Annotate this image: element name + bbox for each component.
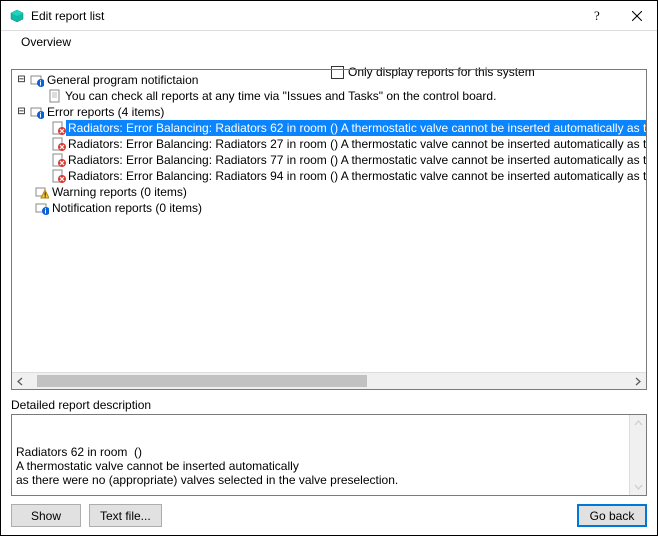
window-title: Edit report list <box>31 9 104 23</box>
tree-view[interactable]: ⊟ i General program notifictaion You can… <box>11 69 647 390</box>
help-button[interactable]: ? <box>577 1 617 31</box>
error-page-icon <box>52 153 66 167</box>
titlebar: Edit report list ? <box>1 1 657 31</box>
scrollbar-thumb[interactable] <box>37 375 367 387</box>
tree-node-error-item[interactable]: Radiators: Error Balancing: Radiators 94… <box>14 168 646 184</box>
textfile-button[interactable]: Text file... <box>89 504 162 527</box>
error-page-icon <box>52 137 66 151</box>
page-icon <box>47 89 63 103</box>
svg-text:i: i <box>40 81 42 88</box>
scroll-down-icon <box>630 478 647 495</box>
goback-button[interactable]: Go back <box>577 504 647 527</box>
svg-text:i: i <box>45 209 47 216</box>
app-icon <box>9 8 25 24</box>
scroll-left-icon[interactable] <box>12 373 29 390</box>
scroll-right-icon[interactable] <box>629 373 646 390</box>
error-page-icon <box>52 121 66 135</box>
tree-node-notifications[interactable]: i Notification reports (0 items) <box>14 200 646 216</box>
tree-node-error-item[interactable]: Radiators: Error Balancing: Radiators 27… <box>14 136 646 152</box>
horizontal-scrollbar[interactable] <box>12 372 646 389</box>
info-icon: i <box>34 201 50 215</box>
svg-text:!: ! <box>44 193 46 200</box>
tree-node-error-item[interactable]: Radiators: Error Balancing: Radiators 62… <box>14 120 646 136</box>
collapse-icon[interactable]: ⊟ <box>16 104 27 120</box>
overview-label: Overview <box>21 35 71 49</box>
tree-node-general[interactable]: ⊟ i General program notifictaion <box>14 72 646 88</box>
collapse-icon[interactable]: ⊟ <box>16 72 27 88</box>
svg-text:i: i <box>40 113 42 120</box>
close-button[interactable] <box>617 1 657 31</box>
show-button[interactable]: Show <box>11 504 81 527</box>
detailed-label: Detailed report description <box>11 398 647 412</box>
tree-node-error-item[interactable]: Radiators: Error Balancing: Radiators 77… <box>14 152 646 168</box>
warning-icon: ! <box>34 185 50 199</box>
description-box[interactable]: Radiators 62 in room () A thermostatic v… <box>11 414 647 496</box>
info-icon: i <box>29 105 45 119</box>
tree-node-general-child[interactable]: You can check all reports at any time vi… <box>14 88 646 104</box>
info-icon: i <box>29 73 45 87</box>
vertical-scrollbar <box>629 415 646 495</box>
scroll-up-icon <box>630 415 647 432</box>
svg-text:?: ? <box>594 9 600 23</box>
tree-node-errors[interactable]: ⊟ i Error reports (4 items) <box>14 104 646 120</box>
error-page-icon <box>52 169 66 183</box>
tree-node-warnings[interactable]: ! Warning reports (0 items) <box>14 184 646 200</box>
description-text: Radiators 62 in room () A thermostatic v… <box>16 445 642 496</box>
